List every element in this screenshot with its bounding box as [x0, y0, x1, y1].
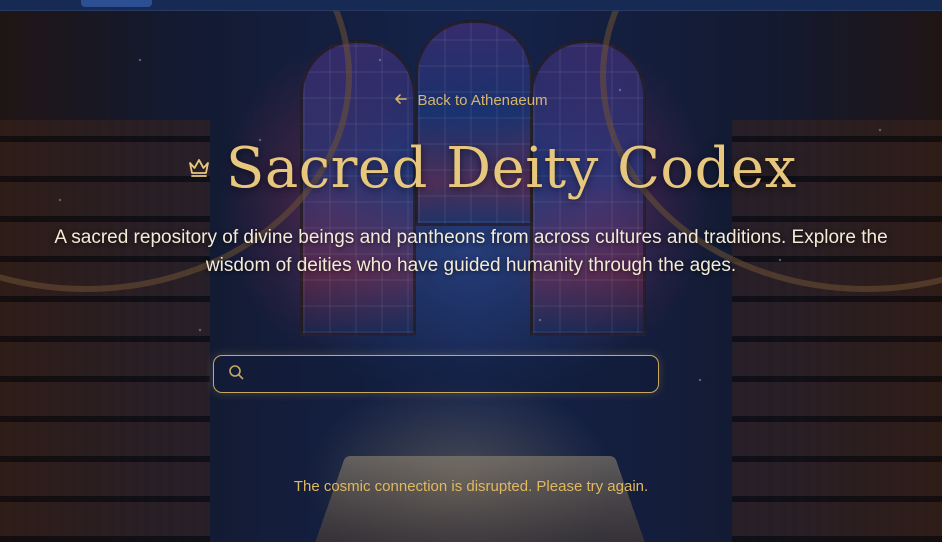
page-title: Sacred Deity Codex: [226, 136, 797, 201]
error-message: The cosmic connection is disrupted. Plea…: [293, 478, 649, 495]
arrow-left-icon: [394, 92, 408, 109]
back-link-label: Back to Athenaeum: [417, 92, 548, 109]
page-title-row: Sacred Deity Codex: [186, 136, 797, 202]
search-input[interactable]: [254, 364, 646, 384]
search-bar[interactable]: [213, 355, 659, 393]
main-content: Back to Athenaeum Sacred Deity Codex A s…: [0, 0, 942, 542]
page-description: A sacred repository of divine beings and…: [54, 227, 888, 276]
crown-icon: [186, 154, 212, 184]
back-to-athenaeum-link[interactable]: Back to Athenaeum: [0, 92, 942, 109]
search-icon: [214, 364, 244, 384]
